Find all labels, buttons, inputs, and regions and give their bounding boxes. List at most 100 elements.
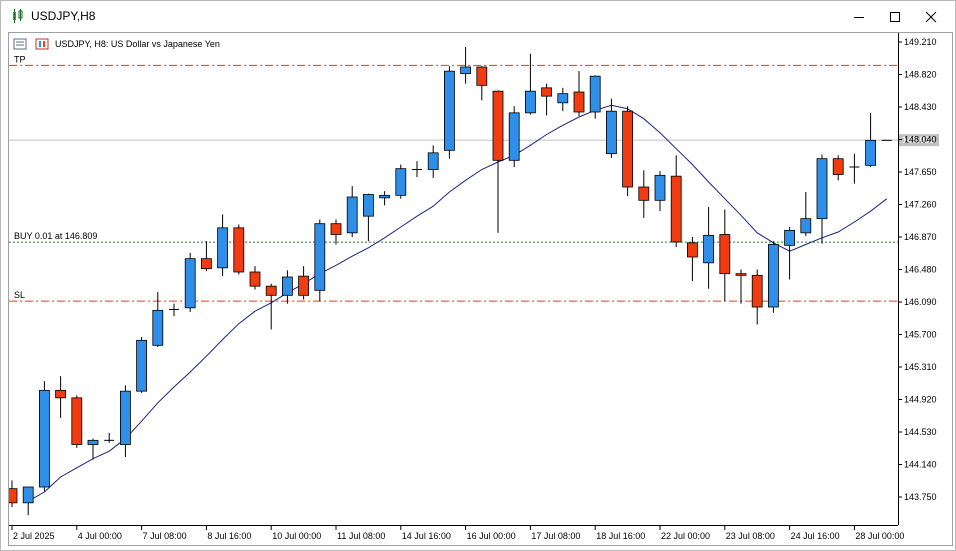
candle[interactable] bbox=[525, 53, 536, 115]
candle[interactable] bbox=[104, 432, 115, 443]
bear-candle-body bbox=[622, 110, 633, 188]
candle[interactable] bbox=[330, 219, 342, 245]
bear-candle-body bbox=[55, 389, 66, 399]
candle[interactable] bbox=[427, 145, 439, 178]
candle[interactable] bbox=[719, 209, 731, 302]
bear-candle-body bbox=[751, 274, 763, 308]
candle[interactable] bbox=[784, 227, 795, 280]
candle[interactable] bbox=[120, 385, 131, 457]
y-tick-label: 148.040 bbox=[904, 135, 937, 145]
bear-candle-body bbox=[265, 285, 277, 296]
buy-level-label: BUY 0.01 at 146.809 bbox=[14, 231, 97, 241]
candle[interactable] bbox=[184, 252, 196, 312]
candle[interactable] bbox=[152, 292, 164, 347]
candle[interactable] bbox=[508, 106, 520, 167]
x-tick-label: 18 Jul 16:00 bbox=[596, 531, 645, 541]
x-tick-label: 17 Jul 08:00 bbox=[531, 531, 580, 541]
candle[interactable] bbox=[233, 224, 245, 275]
y-tick-label: 146.870 bbox=[904, 232, 937, 242]
candle[interactable] bbox=[573, 71, 585, 117]
candle[interactable] bbox=[314, 219, 326, 302]
x-tick-label: 16 Jul 00:00 bbox=[467, 531, 516, 541]
bear-candle-body bbox=[541, 87, 552, 97]
candle[interactable] bbox=[217, 214, 229, 277]
candle[interactable] bbox=[816, 154, 828, 244]
bull-candle-body bbox=[38, 389, 50, 488]
x-tick-label: 24 Jul 16:00 bbox=[791, 531, 840, 541]
candle[interactable] bbox=[136, 337, 147, 393]
y-tick-label: 143.750 bbox=[904, 492, 937, 502]
x-tick-label: 8 Jul 16:00 bbox=[207, 531, 251, 541]
maximize-button[interactable] bbox=[877, 1, 913, 32]
candle[interactable] bbox=[38, 381, 50, 492]
x-tick-label: 2 Jul 2025 bbox=[13, 531, 55, 541]
x-tick-label: 22 Jul 00:00 bbox=[661, 531, 710, 541]
bull-candle-body bbox=[654, 174, 666, 201]
bear-candle-body bbox=[832, 158, 844, 175]
bull-candle-body bbox=[184, 258, 196, 309]
candle[interactable] bbox=[735, 269, 747, 304]
candle[interactable] bbox=[622, 106, 633, 197]
candle[interactable] bbox=[832, 155, 844, 181]
candle[interactable] bbox=[200, 241, 212, 272]
candle[interactable] bbox=[638, 170, 650, 218]
candle[interactable] bbox=[800, 192, 812, 237]
bear-candle-body bbox=[492, 90, 504, 161]
chart-list-icon[interactable] bbox=[13, 38, 27, 50]
candle[interactable] bbox=[476, 66, 488, 101]
bull-candle-body bbox=[525, 90, 536, 114]
bull-candle-body bbox=[816, 158, 828, 220]
candle[interactable] bbox=[379, 191, 391, 206]
candle[interactable] bbox=[751, 269, 763, 325]
y-tick-label: 144.530 bbox=[904, 427, 937, 437]
bull-candle-body bbox=[557, 93, 569, 104]
candle[interactable] bbox=[71, 395, 83, 448]
candle[interactable] bbox=[412, 161, 422, 177]
candle[interactable] bbox=[654, 171, 666, 212]
bull-candle-body bbox=[589, 75, 601, 113]
chart-area[interactable]: USDJPY, H8: US Dollar vs Japanese Yen 14… bbox=[8, 32, 953, 546]
candle[interactable] bbox=[687, 237, 698, 282]
candle[interactable] bbox=[703, 207, 714, 289]
bear-candle-body bbox=[9, 488, 18, 504]
x-tick-label: 7 Jul 08:00 bbox=[143, 531, 187, 541]
bear-candle-body bbox=[71, 397, 83, 445]
candle[interactable] bbox=[87, 438, 99, 460]
candle[interactable] bbox=[298, 266, 310, 300]
symbol-info-icon[interactable] bbox=[35, 38, 49, 50]
candle[interactable] bbox=[362, 193, 374, 242]
bull-candle-body bbox=[314, 223, 326, 291]
bear-candle-body bbox=[687, 242, 698, 258]
candle[interactable] bbox=[346, 186, 358, 237]
y-tick-label: 146.090 bbox=[904, 297, 937, 307]
candle[interactable] bbox=[249, 266, 261, 290]
candle[interactable] bbox=[541, 83, 552, 116]
minimize-button[interactable] bbox=[841, 1, 877, 32]
title-bar[interactable]: USDJPY,H8 bbox=[1, 1, 955, 32]
chart-header: USDJPY, H8: US Dollar vs Japanese Yen bbox=[13, 38, 220, 50]
candle[interactable] bbox=[55, 376, 66, 418]
bull-candle-body bbox=[427, 152, 439, 170]
candle[interactable] bbox=[22, 486, 34, 516]
candle[interactable] bbox=[492, 90, 504, 233]
price-chart[interactable]: USDJPY, H8: US Dollar vs Japanese Yen 14… bbox=[9, 33, 952, 545]
bull-candle-body bbox=[508, 112, 520, 161]
candle[interactable] bbox=[768, 241, 779, 313]
candle[interactable] bbox=[443, 66, 455, 159]
candle[interactable] bbox=[557, 87, 569, 112]
bull-candle-body bbox=[703, 234, 714, 264]
candle[interactable] bbox=[265, 283, 277, 330]
candle[interactable] bbox=[606, 98, 617, 158]
candle[interactable] bbox=[849, 153, 860, 184]
candle[interactable] bbox=[670, 155, 682, 247]
candle[interactable] bbox=[169, 303, 179, 317]
candle[interactable] bbox=[589, 75, 601, 119]
bull-candle-body bbox=[362, 194, 374, 217]
candle[interactable] bbox=[395, 164, 407, 199]
candle[interactable] bbox=[9, 480, 18, 507]
close-button[interactable] bbox=[913, 1, 949, 32]
bull-candle-body bbox=[800, 218, 812, 234]
candle[interactable] bbox=[281, 270, 293, 304]
y-tick-label: 147.650 bbox=[904, 167, 937, 177]
bull-candle-body bbox=[784, 229, 795, 246]
